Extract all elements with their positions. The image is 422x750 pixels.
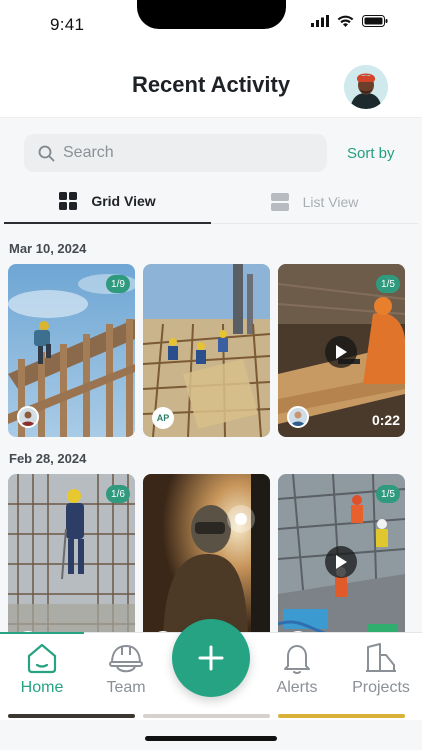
hard-hat-icon <box>109 644 143 673</box>
status-icons <box>311 15 388 27</box>
photo-tile[interactable]: 1/9 <box>8 264 135 437</box>
battery-icon <box>362 15 388 27</box>
tab-team[interactable]: Team <box>84 641 168 697</box>
photo-count-badge: 1/9 <box>106 275 130 293</box>
app-header: Recent Activity <box>0 50 422 118</box>
grid-icon <box>59 192 78 210</box>
photo-count-badge: 1/5 <box>376 275 400 293</box>
active-tab-indicator <box>0 632 84 634</box>
play-button[interactable] <box>325 546 357 578</box>
device-notch <box>137 0 286 29</box>
photo-count-badge: 1/6 <box>106 485 130 503</box>
photo-tile[interactable]: 1/6 <box>8 474 135 647</box>
home-icon <box>27 643 57 674</box>
date-header: Feb 28, 2024 <box>9 451 87 466</box>
search-placeholder: Search <box>63 144 114 161</box>
video-tile[interactable]: 1/5 0:22 <box>278 264 405 437</box>
signal-icon <box>311 15 329 27</box>
next-tile-peek <box>278 714 405 718</box>
list-view-label: List View <box>302 193 359 210</box>
uploader-initials: AP <box>152 407 174 429</box>
tab-projects-label: Projects <box>352 679 410 696</box>
tab-list-view[interactable]: List View <box>211 180 418 224</box>
uploader-avatar <box>287 406 309 428</box>
plus-icon <box>198 645 224 671</box>
play-icon <box>336 345 347 359</box>
list-icon <box>270 192 289 211</box>
buildings-icon <box>366 643 396 672</box>
tab-home[interactable]: Home <box>0 641 84 697</box>
tab-home-label: Home <box>20 679 64 696</box>
home-indicator[interactable] <box>145 736 277 741</box>
tab-alerts-label: Alerts <box>276 679 318 696</box>
tab-projects[interactable]: Projects <box>339 641 422 697</box>
search-icon <box>38 145 55 161</box>
video-duration: 0:22 <box>371 412 400 428</box>
view-toggle: Grid View List View <box>4 180 418 224</box>
play-icon <box>336 555 347 569</box>
status-time: 9:41 <box>50 15 85 34</box>
grid-view-label: Grid View <box>91 193 156 209</box>
photo-count-badge: 1/5 <box>376 485 400 503</box>
date-header: Mar 10, 2024 <box>9 241 87 256</box>
tab-team-label: Team <box>106 679 146 696</box>
next-tile-peek <box>8 714 135 718</box>
video-tile[interactable]: 1/5 <box>278 474 405 647</box>
play-button[interactable] <box>325 336 357 368</box>
bottom-tab-bar: Home Team Alerts Projects <box>0 619 422 718</box>
search-input[interactable]: Search <box>24 134 327 172</box>
photo-tile[interactable]: AP <box>143 264 270 437</box>
tab-grid-view[interactable]: Grid View <box>4 180 211 224</box>
profile-avatar[interactable] <box>344 65 388 109</box>
add-button[interactable] <box>172 619 250 697</box>
uploader-avatar <box>17 406 39 428</box>
sort-by-button[interactable]: Sort by <box>347 145 395 162</box>
status-bar: 9:41 <box>0 0 422 50</box>
wifi-icon <box>337 15 354 27</box>
bell-icon <box>284 645 310 674</box>
tab-alerts[interactable]: Alerts <box>255 641 339 697</box>
next-tile-peek <box>143 714 270 718</box>
